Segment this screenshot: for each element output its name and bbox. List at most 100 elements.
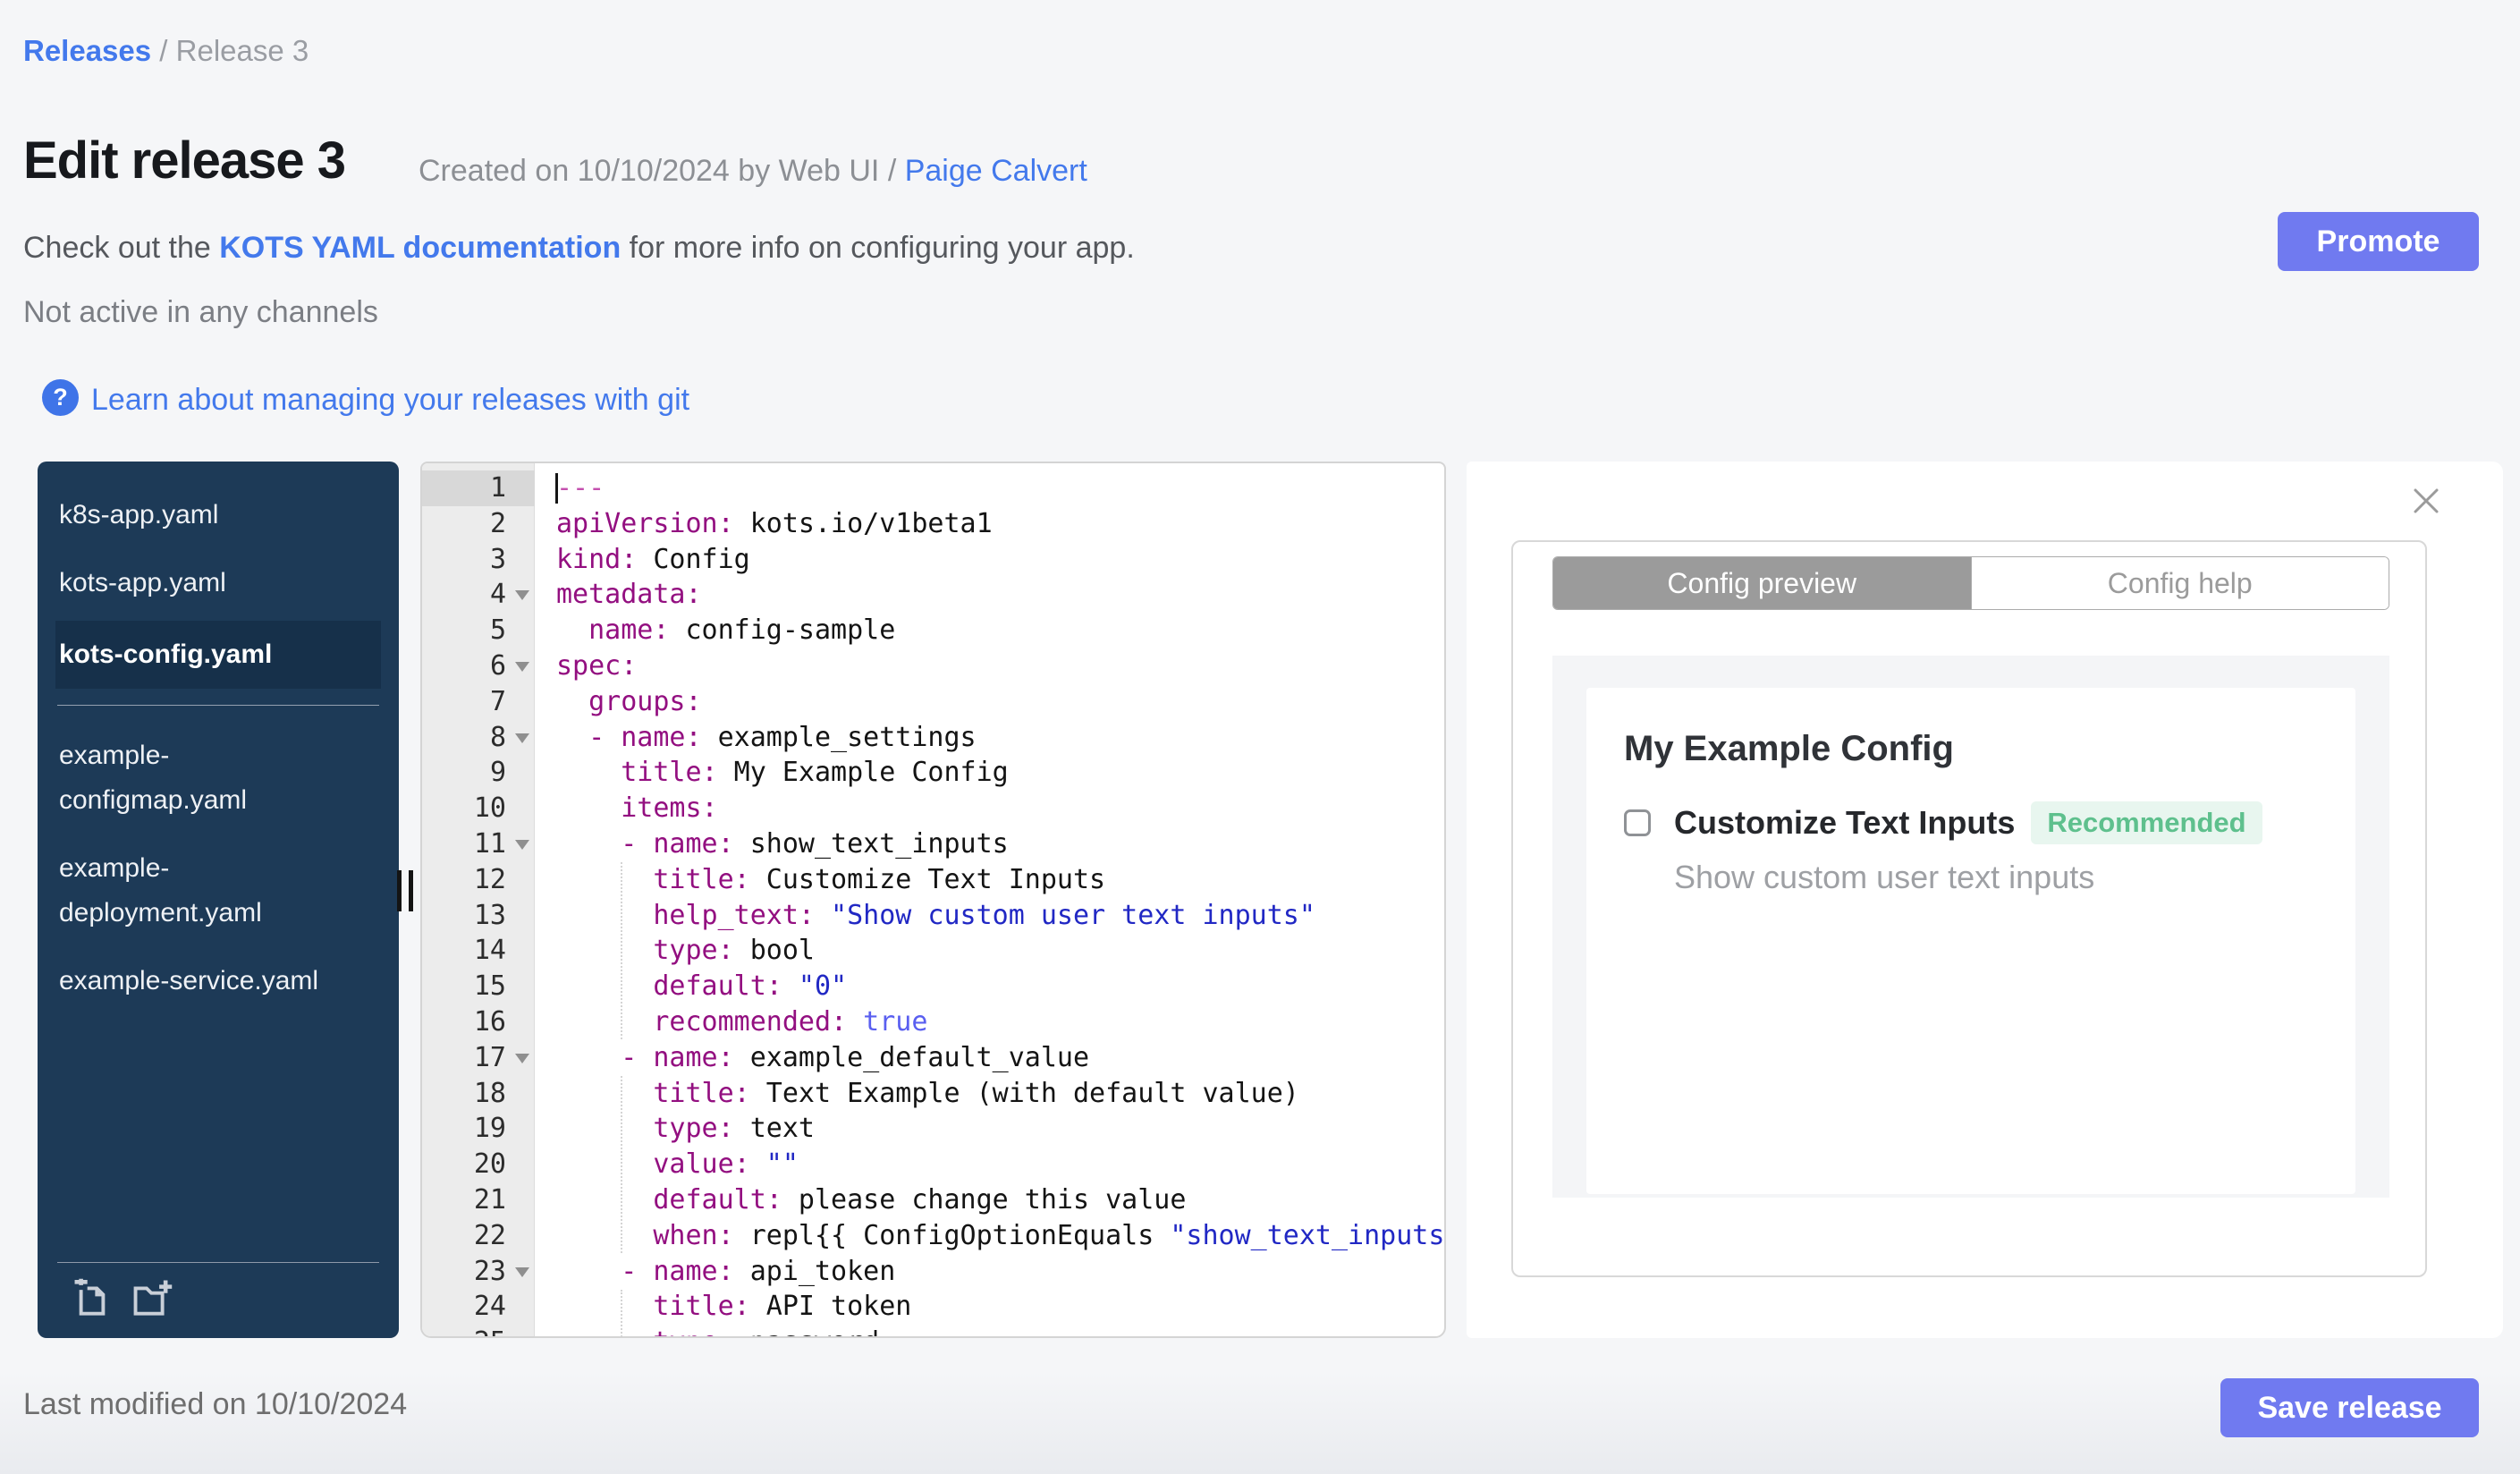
- kots-yaml-doc-link[interactable]: KOTS YAML documentation: [219, 231, 621, 265]
- file-list: k8s-app.yaml kots-app.yaml kots-config.yam…: [38, 481, 399, 1015]
- code-text: spec:: [556, 649, 638, 682]
- fold-arrow-icon[interactable]: [515, 839, 529, 850]
- code-text: title: My Example Config: [621, 757, 1009, 789]
- save-release-button[interactable]: Save release: [2220, 1378, 2479, 1437]
- code-line-1[interactable]: 1 ---: [422, 470, 1444, 506]
- breadcrumb-releases-link[interactable]: Releases: [23, 34, 151, 67]
- close-icon[interactable]: [2408, 483, 2444, 519]
- code-text: - name: example_default_value: [621, 1041, 1090, 1073]
- code-line-11[interactable]: 11 - name: show_text_inputs: [422, 826, 1444, 862]
- code-line-12[interactable]: 12 title: Customize Text Inputs: [422, 862, 1444, 898]
- line-number[interactable]: 23: [422, 1254, 535, 1290]
- code-line-17[interactable]: 17 - name: example_default_value: [422, 1040, 1444, 1076]
- line-number[interactable]: 19: [422, 1111, 535, 1147]
- code-line-21[interactable]: 21 default: please change this value: [422, 1182, 1444, 1218]
- line-number[interactable]: 11: [422, 826, 535, 862]
- sidebar-file-example-service.yaml[interactable]: example-service.yaml: [38, 947, 399, 1015]
- doc-line: Check out the KOTS YAML documentation fo…: [23, 231, 1135, 266]
- code-line-8[interactable]: 8 - name: example_settings: [422, 720, 1444, 756]
- yaml-code-editor[interactable]: 1 --- 2 apiVersion: kots.io/v1beta1 3 kind: C…: [420, 462, 1446, 1338]
- code-line-16[interactable]: 16 recommended: true: [422, 1004, 1444, 1040]
- code-text: name: config-sample: [588, 614, 896, 647]
- code-line-2[interactable]: 2 apiVersion: kots.io/v1beta1: [422, 506, 1444, 542]
- code-line-3[interactable]: 3 kind: Config: [422, 542, 1444, 578]
- new-folder-icon[interactable]: [132, 1277, 173, 1318]
- line-number[interactable]: 22: [422, 1218, 535, 1254]
- breadcrumb: Releases / Release 3: [23, 34, 309, 68]
- code-line-23[interactable]: 23 - name: api_token: [422, 1254, 1444, 1290]
- config-group-title: My Example Config: [1624, 729, 1954, 768]
- code-line-13[interactable]: 13 help_text: "Show custom user text inp…: [422, 898, 1444, 934]
- line-number[interactable]: 18: [422, 1076, 535, 1112]
- sidebar-file-example-configmap.yaml[interactable]: example-configmap.yaml: [38, 722, 399, 834]
- promote-button[interactable]: Promote: [2278, 212, 2479, 271]
- line-number[interactable]: 16: [422, 1004, 535, 1040]
- code-text: type: password: [535, 1325, 879, 1336]
- line-number[interactable]: 5: [422, 613, 535, 648]
- line-number[interactable]: 1: [422, 470, 535, 506]
- fold-arrow-icon[interactable]: [515, 590, 529, 601]
- file-label: kots-config.yaml: [59, 640, 273, 669]
- channel-status: Not active in any channels: [23, 295, 378, 329]
- code-line-4[interactable]: 4 metadata:: [422, 577, 1444, 613]
- line-number[interactable]: 25: [422, 1325, 535, 1336]
- code-text: default: please change this value: [653, 1183, 1187, 1216]
- code-line-9[interactable]: 9 title: My Example Config: [422, 755, 1444, 791]
- sidebar-file-kots-config.yaml[interactable]: kots-config.yaml: [55, 621, 381, 689]
- line-number[interactable]: 14: [422, 933, 535, 969]
- code-text: ---: [556, 472, 605, 504]
- git-releases-link[interactable]: Learn about managing your releases with …: [91, 383, 689, 418]
- code-line-19[interactable]: 19 type: text: [422, 1111, 1444, 1147]
- line-number[interactable]: 13: [422, 898, 535, 934]
- line-number[interactable]: 10: [422, 791, 535, 826]
- line-number[interactable]: 15: [422, 969, 535, 1004]
- code-line-6[interactable]: 6 spec:: [422, 648, 1444, 684]
- fold-arrow-icon[interactable]: [515, 1266, 529, 1277]
- code-lines: 1 --- 2 apiVersion: kots.io/v1beta1 3 kind: C…: [422, 470, 1444, 1336]
- line-number[interactable]: 17: [422, 1040, 535, 1076]
- file-label: k8s-app.yaml: [59, 500, 219, 529]
- line-number[interactable]: 4: [422, 577, 535, 613]
- config-option-label: Customize Text Inputs: [1674, 804, 2016, 841]
- file-tree-sidebar: k8s-app.yaml kots-app.yaml kots-config.yam…: [38, 462, 399, 1338]
- code-text: title: API token: [653, 1291, 912, 1323]
- fold-arrow-icon[interactable]: [515, 1053, 529, 1063]
- code-line-20[interactable]: 20 value: "": [422, 1147, 1444, 1182]
- line-number[interactable]: 8: [422, 720, 535, 756]
- code-text: metadata:: [556, 579, 702, 611]
- code-line-18[interactable]: 18 title: Text Example (with default val…: [422, 1076, 1444, 1112]
- customize-text-inputs-checkbox[interactable]: [1624, 809, 1651, 836]
- question-mark-icon[interactable]: ?: [42, 379, 79, 416]
- code-line-22[interactable]: 22 when: repl{{ ConfigOptionEquals "show…: [422, 1218, 1444, 1254]
- code-line-5[interactable]: 5 name: config-sample: [422, 613, 1444, 648]
- tab-config-help[interactable]: Config help: [1970, 557, 2389, 609]
- fold-arrow-icon[interactable]: [515, 733, 529, 743]
- line-number[interactable]: 21: [422, 1182, 535, 1218]
- sidebar-file-example-deployment.yaml[interactable]: example-deployment.yaml: [38, 834, 399, 947]
- code-line-14[interactable]: 14 type: bool: [422, 933, 1444, 969]
- line-number[interactable]: 2: [422, 506, 535, 542]
- tab-config-preview[interactable]: Config preview: [1553, 557, 1971, 609]
- code-line-10[interactable]: 10 items:: [422, 791, 1444, 826]
- code-line-25[interactable]: 25 type: password: [422, 1325, 1444, 1336]
- sidebar-divider: [57, 705, 379, 706]
- code-line-7[interactable]: 7 groups:: [422, 684, 1444, 720]
- config-preview-panel: Config preview Config help My Example Co…: [1467, 462, 2503, 1338]
- fold-arrow-icon[interactable]: [515, 661, 529, 672]
- new-file-icon[interactable]: [72, 1277, 113, 1318]
- line-number[interactable]: 7: [422, 684, 535, 720]
- sidebar-file-kots-app.yaml[interactable]: kots-app.yaml: [38, 549, 399, 617]
- rendered-config-card: My Example Config Customize Text Inputs …: [1586, 688, 2355, 1194]
- sidebar-file-k8s-app.yaml[interactable]: k8s-app.yaml: [38, 481, 399, 549]
- file-label: example-service.yaml: [59, 966, 319, 995]
- line-number[interactable]: 12: [422, 862, 535, 898]
- line-number[interactable]: 3: [422, 542, 535, 578]
- line-number[interactable]: 9: [422, 755, 535, 791]
- author-link[interactable]: Paige Calvert: [905, 154, 1087, 188]
- line-number[interactable]: 6: [422, 648, 535, 684]
- line-number[interactable]: 24: [422, 1289, 535, 1325]
- code-line-24[interactable]: 24 title: API token: [422, 1289, 1444, 1325]
- line-number[interactable]: 20: [422, 1147, 535, 1182]
- recommended-badge: Recommended: [2031, 801, 2262, 844]
- code-line-15[interactable]: 15 default: "0": [422, 969, 1444, 1004]
